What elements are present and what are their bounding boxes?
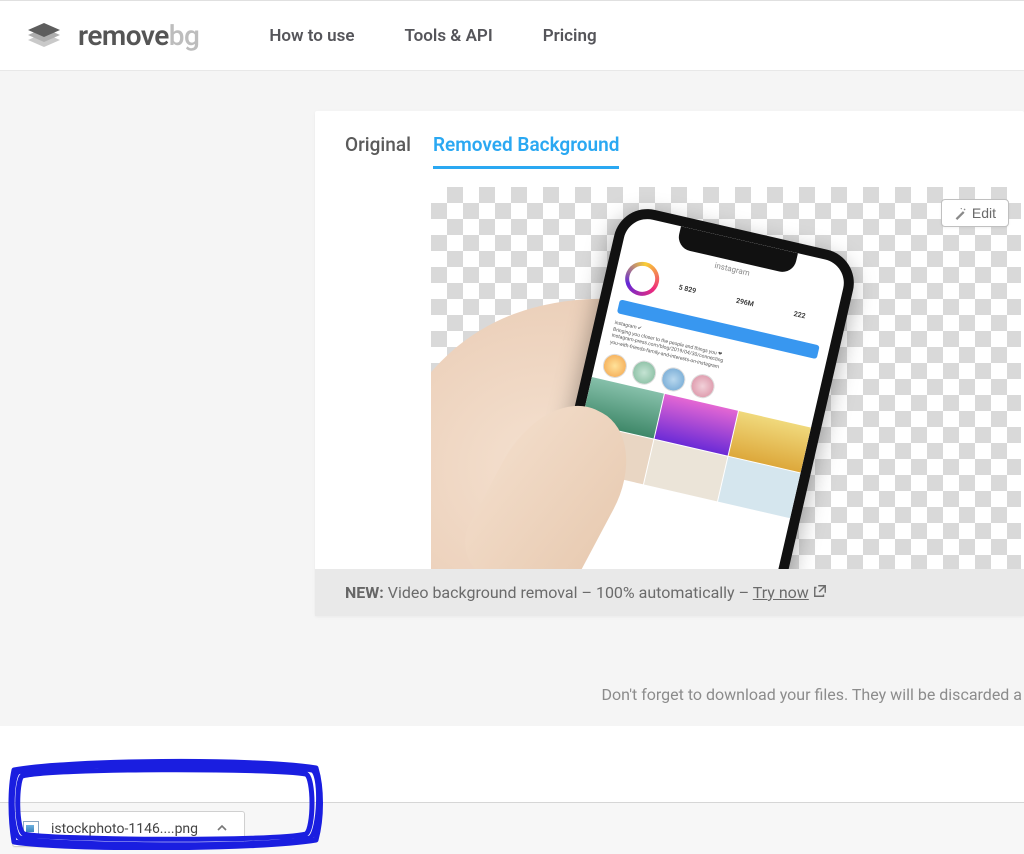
ig-followers: 296M bbox=[735, 297, 754, 309]
ig-following: 222 bbox=[793, 310, 806, 320]
banner-text: Video background removal – 100% automati… bbox=[384, 583, 753, 602]
image-preview: Edit instagram 5 829 296M 222 bbox=[431, 187, 1021, 569]
download-chip[interactable]: istockphoto-1146....png bbox=[12, 811, 245, 847]
content-area: Original Removed Background Edit instagr… bbox=[0, 71, 1024, 726]
ig-posts: 5 829 bbox=[678, 283, 697, 295]
nav-pricing[interactable]: Pricing bbox=[543, 26, 597, 46]
brand-part1: remove bbox=[78, 19, 169, 52]
nav-tools-api[interactable]: Tools & API bbox=[405, 26, 493, 46]
brand-text: removebg bbox=[78, 19, 199, 52]
banner-prefix: NEW: bbox=[345, 583, 384, 602]
tabs-row: Original Removed Background bbox=[315, 111, 1024, 169]
ig-avatar bbox=[622, 258, 663, 299]
ig-story bbox=[601, 352, 630, 381]
ig-story bbox=[659, 365, 688, 394]
ig-story bbox=[630, 358, 659, 387]
ig-story bbox=[688, 372, 717, 401]
tab-removed-background[interactable]: Removed Background bbox=[433, 133, 620, 169]
promo-banner: NEW: Video background removal – 100% aut… bbox=[315, 569, 1024, 616]
external-link-icon bbox=[813, 583, 827, 602]
main-nav: How to use Tools & API Pricing bbox=[269, 26, 646, 46]
brand-part2: bg bbox=[169, 19, 200, 52]
layers-icon bbox=[24, 21, 64, 51]
browser-download-bar: istockphoto-1146....png bbox=[0, 802, 1024, 854]
nav-how-to-use[interactable]: How to use bbox=[269, 26, 354, 46]
result-image: instagram 5 829 296M 222 instagram ✔Brin… bbox=[431, 187, 1021, 569]
image-file-icon bbox=[23, 821, 39, 837]
discard-warning: Don't forget to download your files. The… bbox=[602, 685, 1022, 704]
tab-original[interactable]: Original bbox=[345, 133, 411, 169]
download-filename: istockphoto-1146....png bbox=[51, 821, 198, 837]
result-card: Original Removed Background Edit instagr… bbox=[315, 111, 1024, 616]
site-header: removebg How to use Tools & API Pricing bbox=[0, 1, 1024, 71]
chevron-up-icon[interactable] bbox=[216, 819, 228, 838]
page-gap bbox=[0, 726, 1024, 802]
banner-cta[interactable]: Try now bbox=[753, 583, 809, 602]
brand-logo[interactable]: removebg bbox=[24, 19, 199, 52]
